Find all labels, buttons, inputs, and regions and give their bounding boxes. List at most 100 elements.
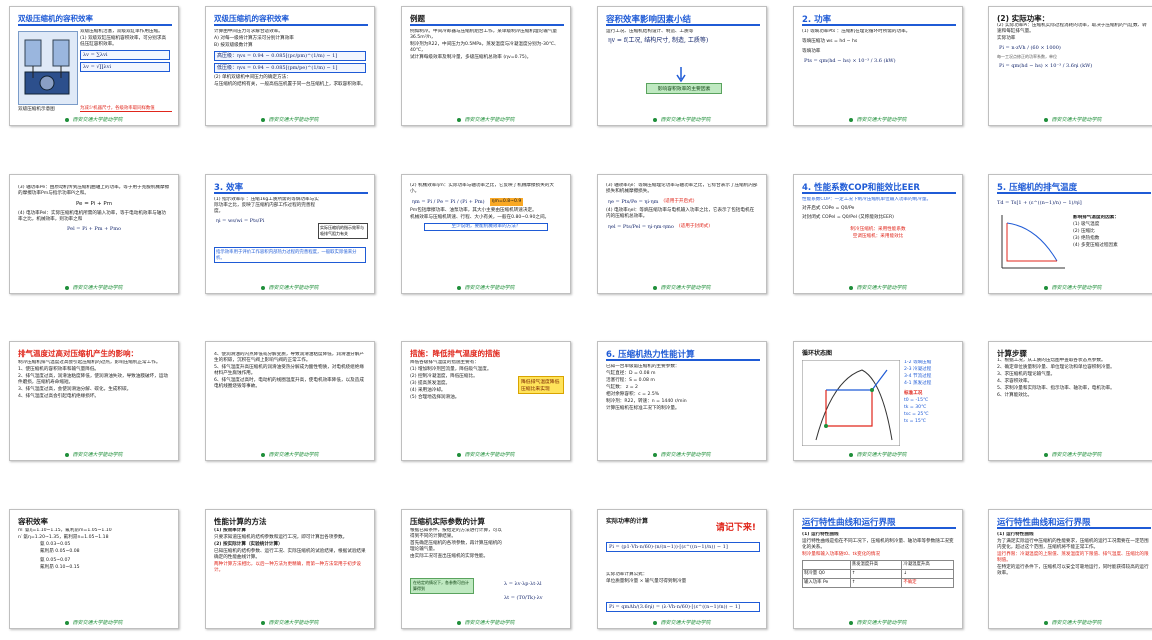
text-line: 等熵功率: [802, 49, 821, 54]
logo-icon: [849, 285, 854, 290]
text-line: (4) 电功率Pel：实际压缩机电机所需的输入功率，等于电动机效率与轴功率之比，…: [18, 211, 166, 222]
logo-icon: [65, 452, 70, 457]
table-cell: 不确定: [901, 578, 954, 588]
slide-thumbnail-11[interactable]: 4. 性能系数COP和能效比EER 性能系数COP：一定工况下制冷压缩机单位输入…: [793, 174, 963, 294]
text-line: 4-1 蒸发过程: [904, 381, 932, 386]
slide-thumbnail-18[interactable]: 计算步骤 1、根据工况，从工质的压焓图中查取各状态点参数。 2、确定单位质量制冷…: [988, 341, 1152, 461]
slide-thumbnail-10[interactable]: (3) 轴效率ηe：等熵压缩理论功率与轴功率之比，它综合表示了压缩机内部损失和机…: [597, 174, 767, 294]
footer-text: 西安交通大学能动学院: [464, 620, 515, 626]
slide-thumbnail-12[interactable]: 5. 压缩机的排气温度 Td = Ts[1 + (ε^((n−1)/n) − 1…: [988, 174, 1152, 294]
text-line: 2、排气温度过高，润滑油粘度降低，使润滑油失效，导致油膜破坏，运动件磨损，压缩机…: [18, 374, 168, 385]
title-underline: [997, 527, 1151, 529]
table-cell: ↓: [901, 569, 954, 579]
text-line: 双级压缩机活塞，双级双缸单作用压缩。: [80, 29, 163, 34]
slide-footer: 西安交通大学能动学院: [10, 618, 178, 628]
text-line: A) 对每一级将计算方法可分别计算效率: [214, 36, 294, 41]
slide-thumbnail-16[interactable]: 6. 压缩机热力性能计算 已知一台单级氨压缩机的主要参数： 气缸直径：D = 0…: [597, 341, 767, 461]
slide-thumbnail-21[interactable]: 压缩机实际参数的计算 根据已知条件，按给定的方法进行计算，可以得到不同的计算结果…: [401, 509, 571, 629]
text-line: 6、排气温度过高时，电动机的线圈温度升高，使电机效率降低，以及造成电机线圈烧毁等…: [214, 378, 364, 389]
slide-footer: 西安交通大学能动学院: [402, 115, 570, 125]
text-line: (4) 多变压缩过程因素: [1073, 243, 1118, 248]
slide-body: (1) 指示效率ηi ：压缩1kg工质所需的等熵功率与实际功率之比，反映了压缩机…: [214, 197, 320, 279]
diagram-caption: 双级压缩机示意图: [18, 107, 55, 112]
logo-icon: [65, 620, 70, 625]
slide-thumbnail-23[interactable]: 运行特性曲线和运行界限 (1) 运行特性曲线 运行特性曲线是指在不同工况下，压缩…: [793, 509, 963, 629]
logo-icon: [65, 117, 70, 122]
text-line: (2) 控制冷凝温度，降低压缩比。: [410, 374, 478, 379]
slide-footer: 西安交通大学能动学院: [206, 283, 374, 293]
slide-thumbnail-1[interactable]: 双级压缩机的容积效率 双级压缩机活塞，双级双缸单作用压缩。 (1) 双级双缸压缩…: [9, 6, 179, 126]
title-underline: [606, 359, 760, 361]
slide-body: 1-2 等熵压缩 2-3 冷凝过程 3-4 节流过程 4-1 蒸发过程 标准工况…: [904, 360, 954, 446]
slide-footer: 西安交通大学能动学院: [989, 450, 1152, 460]
text-line: 运行界限：冷凝温度的上限值、蒸发温度的下限值、排气温度、压缩比的限制值。: [997, 552, 1149, 563]
slide-thumbnail-19[interactable]: 容积效率 m′ 氨η=1.10~1.15，氟利昂m=1.05~1.10 n′ 氨…: [9, 509, 179, 629]
formula-b: ηel = Pts/Pel = ηi·ηm·ηmo: [606, 223, 676, 231]
slide-body: 已知一台单级氨压缩机的主要参数： 气缸直径：D = 0.08 m 活塞行程：S …: [606, 364, 758, 446]
text-line: 标准工况: [904, 391, 923, 396]
slide-thumbnail-20[interactable]: 性能计算的方法 (1) 按效率计算 只要求知道压缩机的结构参数和运行工况，即可计…: [205, 509, 375, 629]
footer-text: 西安交通大学能动学院: [660, 620, 711, 626]
text-line: (4) 采用油冷却。: [410, 388, 446, 393]
slide-thumbnail-22[interactable]: 实际功率的计算 请记下来! Pi = (p1·Vh·n/60)·(n/(n−1)…: [597, 509, 767, 629]
logo-icon: [653, 285, 658, 290]
slide-footer: 西安交通大学能动学院: [598, 115, 766, 125]
text-line: (1) 指示效率ηi ：压缩1kg工质所需的等熵功率与实际功率之比，反映了压缩机…: [214, 197, 319, 214]
text-line: 例如制冷。中间冷却器与压缩机组合工作，某单级制冷压缩机理论输气量36.5m³/h…: [410, 29, 558, 40]
text-line: (2) 实际功率Pi：压缩机实际过程消耗的功率，取决于压缩机的气缸数、转速和每缸…: [997, 23, 1147, 34]
text-line: 3、求压缩机的理论输气量。: [997, 372, 1056, 377]
text-line: Pm包括摩擦功率、油泵功率，其大小主要由压缩机转速决定。: [410, 208, 537, 213]
slide-body: 性能系数COP：一定工况下制冷压缩机单位输入功率的制冷量。 对开启式 COPe …: [802, 197, 954, 279]
formula-b: Pi = qmΔh/(3.6ηi) = (λ·Vh·n/60)·[(ε^((n−…: [606, 602, 760, 612]
text-line: (1) 运行特性曲线: [802, 532, 839, 537]
text-line: 至少说明，要能机械效率的方法？: [424, 223, 548, 231]
footer-text: 西安交通大学能动学院: [72, 452, 123, 458]
logo-icon: [457, 285, 462, 290]
formula-a: 高压级：ηvs = 0.94 − 0.085[(pc/pm)^(1/m) − 1…: [214, 51, 366, 61]
text-line: (2) 压缩比: [1073, 229, 1095, 234]
slide-thumbnail-5[interactable]: 2. 功率 (1) 等熵功率Pts ：压缩机在理论循环时所需的功率。 等熵压缩功…: [793, 6, 963, 126]
logo-icon: [65, 285, 70, 290]
footer-text: 西安交通大学能动学院: [856, 285, 907, 291]
note-text: (适用于开启式): [663, 199, 695, 204]
slide-thumbnail-9[interactable]: (2) 机械效率ηm：实际功率与轴功率之比，它反映了机械摩擦损失的大小。 ηm …: [401, 174, 571, 294]
note-box: 实际压缩机的指示效率与吸排气阻力有关: [318, 223, 368, 239]
slide-thumbnail-8[interactable]: 3. 效率 (1) 指示效率ηi ：压缩1kg工质所需的等熵功率与实际功率之比，…: [205, 174, 375, 294]
formula-a: ηi = ws/wi = Pts/Pi: [214, 217, 320, 225]
text-line: 2-3 冷凝过程: [904, 367, 932, 372]
slide-thumbnail-3[interactable]: 例题 例如制冷。中间冷却器与压缩机组合工作，某单级制冷压缩机理论输气量36.5m…: [401, 6, 571, 126]
slide-body: (2) 实际功率Pi：压缩机实际过程消耗的功率，取决于压缩机的气缸数、转速和每缸…: [997, 23, 1149, 111]
text-line: 1-2 等熵压缩: [904, 360, 932, 365]
slide-thumbnail-17[interactable]: 循环状态图 1-2 等熵压缩 2-3 冷凝过程 3-4 节流过程 4-1 蒸发过…: [793, 341, 963, 461]
text-line: 气缸数： z = 2: [606, 385, 638, 390]
title-underline: [214, 24, 368, 26]
text-line: 两种计算方法相比，以后一种方法为更精确，而第一种方法常用于初步设计。: [214, 562, 362, 573]
logo-icon: [653, 117, 658, 122]
slide-title: 措施：降低排气温度的措施: [410, 349, 500, 358]
footer-text: 西安交通大学能动学院: [464, 452, 515, 458]
slide-thumbnail-15[interactable]: 措施：降低排气温度的措施 降低各级排气温度的措施主要有： (1) 增加制冷剂回流…: [401, 341, 571, 461]
footer-text: 西安交通大学能动学院: [1051, 452, 1102, 458]
text-line: 5、排气温度升高压缩机的润滑油受热分解成为酸性物质，对电机绕组绝缘材料产生腐蚀作…: [214, 365, 364, 376]
text-line: 为了满足实际运行中压缩机的性能要求，压缩机的运行工况需要在一定范围内变化，超过这…: [997, 539, 1149, 550]
slide-footer: 西安交通大学能动学院: [989, 115, 1152, 125]
slide-title: 容积效率: [18, 517, 48, 526]
slide-thumbnail-14[interactable]: 4、使润滑油的闪点降低或分解变质，导致润滑油粘度降低，润滑油分解产生的积碳，沉积…: [205, 341, 375, 461]
slide-thumbnail-13[interactable]: 排气温度过高对压缩机产生的影响： 制冷压缩机排气温度过高会引起压缩机的过热，影响…: [9, 341, 179, 461]
formula-a: ηv = f(工况, 结构尺寸, 制造, 工质等): [606, 37, 758, 45]
slide-thumbnail-24[interactable]: 运行特性曲线和运行界限 (1) 运行特性曲线 为了满足实际运行中压缩机的性能要求…: [988, 509, 1152, 629]
title-underline: [410, 24, 564, 26]
title-underline: [802, 527, 956, 529]
slide-footer: 西安交通大学能动学院: [402, 450, 570, 460]
text-line: (1) 运行特性曲线: [997, 532, 1034, 537]
text-line: 制冷压缩机排气温度过高会引起压缩机的过热，影响压缩机正常工作。: [18, 360, 161, 365]
slide-thumbnail-7[interactable]: (3) 轴功率Pe：由原动机传到压缩机曲轴上的功率。等于用于克服机械摩擦的摩擦功…: [9, 174, 179, 294]
text-line: 实际功率: [997, 36, 1016, 41]
footer-text: 西安交通大学能动学院: [856, 117, 907, 123]
text-line: n′ 氨η=1.20~1.35，氟利昂n=1.05~1.18: [18, 535, 109, 540]
slide-thumbnail-2[interactable]: 双级压缩机的容积效率 计算由中间压力可求解合适效率。 A) 对每一级将计算方法可…: [205, 6, 375, 126]
slide-thumbnail-4[interactable]: 容积效率影响因素小结 运行工况、压缩机结构设计、制造、工质等 ηv = f(工况…: [597, 6, 767, 126]
slide-thumbnail-6[interactable]: (2) 实际功率： (2) 实际功率Pi：压缩机实际过程消耗的功率，取决于压缩机…: [988, 6, 1152, 126]
footer-text: 西安交通大学能动学院: [464, 285, 515, 291]
formula-b: λv = √∏λvi: [80, 62, 170, 72]
